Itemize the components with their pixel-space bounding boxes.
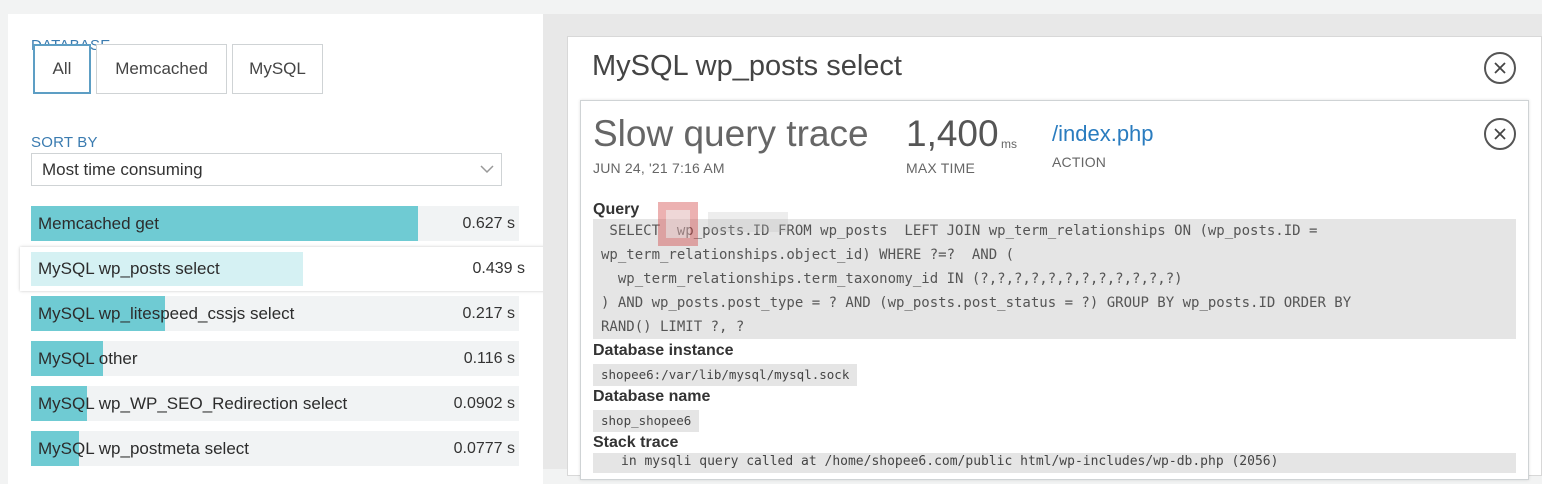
query-row[interactable]: Memcached get 0.627 s bbox=[31, 206, 519, 241]
max-time-unit: ms bbox=[1001, 137, 1017, 151]
query-row[interactable]: MySQL other 0.116 s bbox=[31, 341, 519, 376]
query-row[interactable]: MySQL wp_litespeed_cssjs select 0.217 s bbox=[31, 296, 519, 331]
close-icon bbox=[1494, 62, 1506, 74]
action-link[interactable]: /index.php bbox=[1052, 121, 1154, 147]
db-name-label: Database name bbox=[593, 388, 711, 405]
close-detail-button[interactable] bbox=[1484, 52, 1516, 84]
watermark-logo bbox=[658, 202, 788, 246]
db-instance-value: shopee6:/var/lib/mysql/mysql.sock bbox=[593, 364, 858, 386]
filter-all-button[interactable]: All bbox=[33, 44, 91, 94]
query-name: MySQL wp_WP_SEO_Redirection select bbox=[38, 394, 348, 413]
db-instance-label: Database instance bbox=[593, 342, 734, 359]
query-name: MySQL wp_posts select bbox=[38, 259, 220, 278]
close-trace-button[interactable] bbox=[1484, 118, 1516, 150]
query-value: 0.439 s bbox=[472, 260, 525, 277]
query-label: Query bbox=[593, 201, 640, 218]
stack-trace-code: in mysqli query called at /home/shopee6.… bbox=[593, 453, 1516, 473]
query-value: 0.627 s bbox=[462, 215, 515, 232]
sort-value: Most time consuming bbox=[42, 159, 203, 179]
query-name: Memcached get bbox=[38, 214, 159, 233]
query-row[interactable]: MySQL wp_WP_SEO_Redirection select 0.090… bbox=[31, 386, 519, 421]
max-time-value: 1,400 bbox=[906, 113, 999, 154]
query-value: 0.0902 s bbox=[453, 395, 515, 412]
query-value: 0.116 s bbox=[463, 350, 515, 367]
trace-timestamp: JUN 24, '21 7:16 AM bbox=[593, 160, 725, 176]
chevron-down-icon bbox=[480, 165, 494, 174]
query-name: MySQL wp_postmeta select bbox=[38, 439, 250, 458]
trace-title: Slow query trace bbox=[593, 113, 869, 154]
query-name: MySQL wp_litespeed_cssjs select bbox=[38, 304, 295, 323]
action-label: ACTION bbox=[1052, 154, 1107, 170]
filter-mysql-button[interactable]: MySQL bbox=[232, 44, 323, 94]
detail-title: MySQL wp_posts select bbox=[592, 50, 902, 82]
db-name-value: shop_shopee6 bbox=[593, 410, 700, 432]
sort-label: SORT BY bbox=[31, 134, 98, 151]
close-icon bbox=[1494, 128, 1506, 140]
stack-trace-label: Stack trace bbox=[593, 434, 679, 451]
query-value: 0.0777 s bbox=[453, 440, 515, 457]
query-name: MySQL other bbox=[38, 349, 138, 368]
max-time-label: MAX TIME bbox=[906, 160, 976, 176]
query-row[interactable]: MySQL wp_postmeta select 0.0777 s bbox=[31, 431, 519, 466]
query-value: 0.217 s bbox=[462, 305, 515, 322]
filter-memcached-button[interactable]: Memcached bbox=[96, 44, 227, 94]
sort-select[interactable]: Most time consuming bbox=[31, 153, 502, 186]
query-row-selected[interactable]: MySQL wp_posts select 0.439 s bbox=[20, 247, 586, 291]
